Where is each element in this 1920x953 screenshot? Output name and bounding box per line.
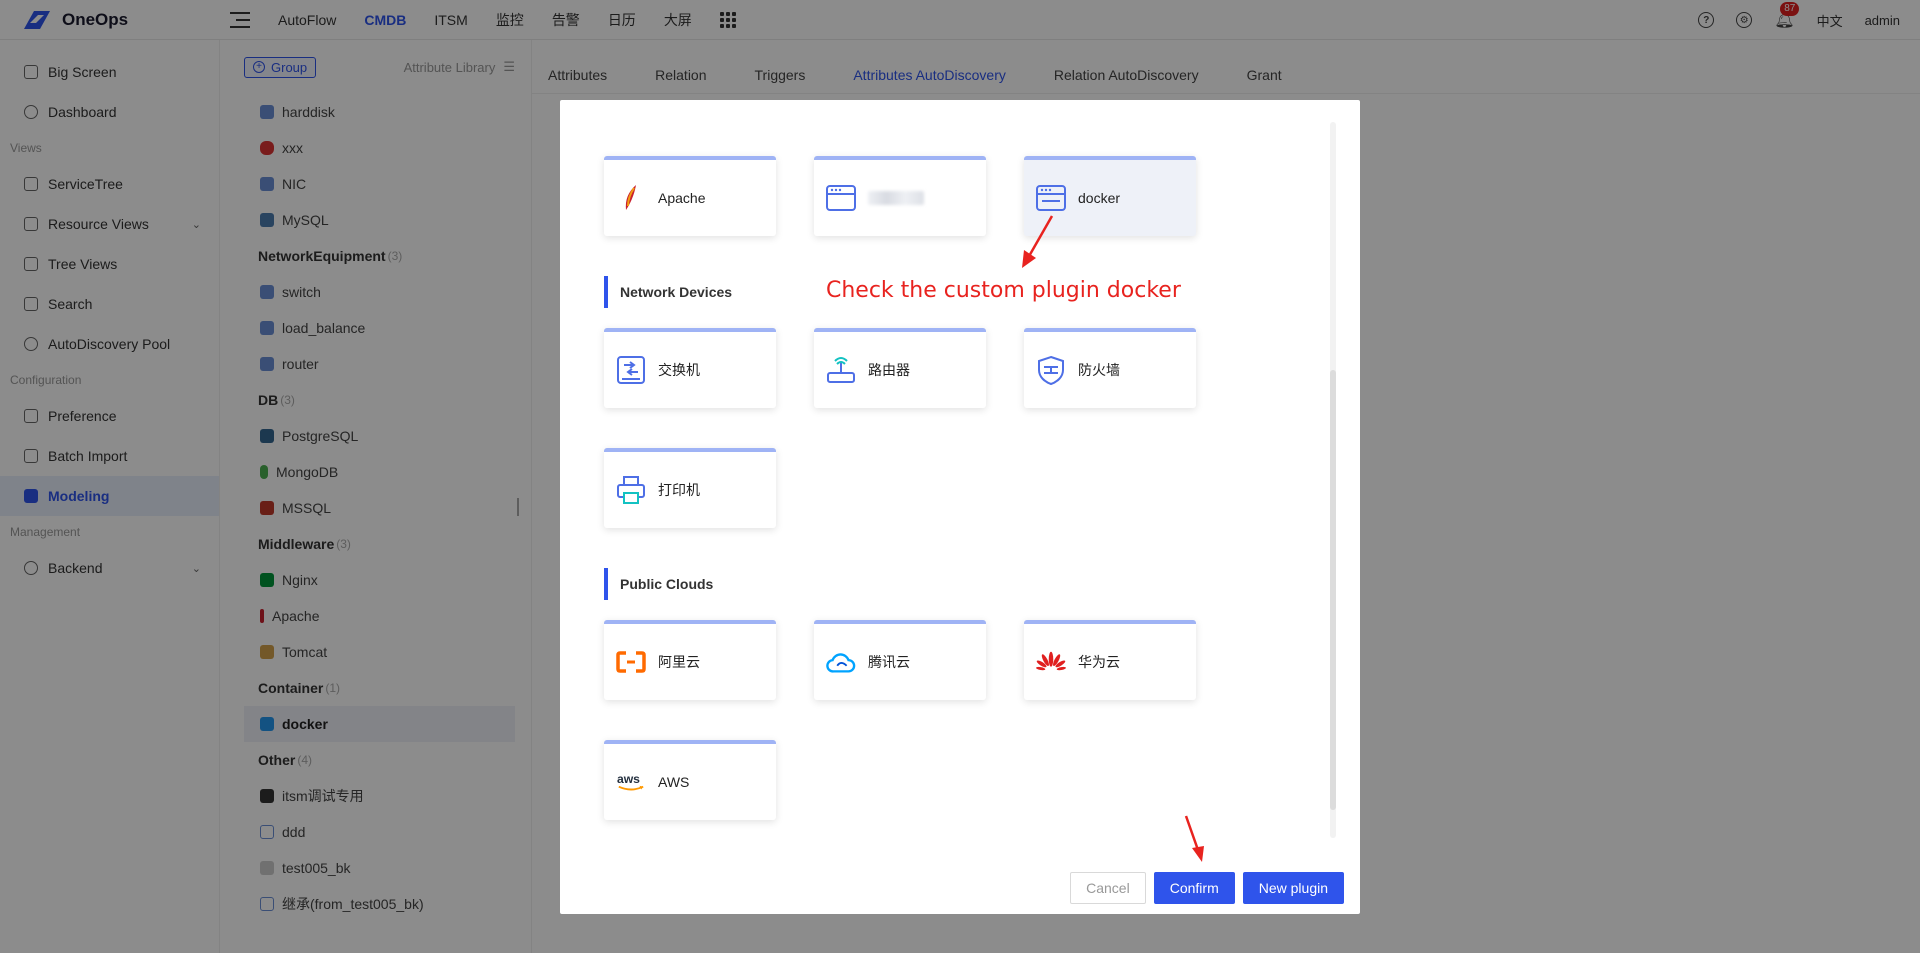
- plugin-card-label: 打印机: [658, 482, 700, 498]
- plugin-card-label: 交换机: [658, 362, 700, 378]
- switch-icon: [616, 355, 646, 385]
- plugin-card-huawei-cloud[interactable]: 华为云: [1024, 620, 1196, 700]
- server-icon: [1036, 183, 1066, 213]
- huawei-icon: [1036, 647, 1066, 677]
- annotation-text: Check the custom plugin docker: [826, 278, 1181, 303]
- new-plugin-button[interactable]: New plugin: [1242, 872, 1344, 904]
- aliyun-icon: [616, 647, 646, 677]
- plugin-card-label: AWS: [658, 774, 690, 790]
- plugin-select-modal: Apache docker Network Devices Check the …: [560, 100, 1360, 914]
- section-public-clouds: Public Clouds: [604, 568, 713, 600]
- apache-feather-icon: [616, 183, 646, 213]
- plugin-card-label: Apache: [658, 190, 706, 206]
- svg-text:aws: aws: [617, 772, 640, 786]
- plugin-card-apache[interactable]: Apache: [604, 156, 776, 236]
- tencent-cloud-icon: [826, 647, 856, 677]
- plugin-card-aws[interactable]: aws AWS: [604, 740, 776, 820]
- plugin-card-firewall[interactable]: 防火墙: [1024, 328, 1196, 408]
- plugin-card-printer[interactable]: 打印机: [604, 448, 776, 528]
- plugin-card-label: 华为云: [1078, 654, 1120, 670]
- aws-icon: aws: [616, 767, 646, 797]
- annotation-arrow-icon: [1184, 815, 1204, 862]
- modal-scrollbar[interactable]: [1330, 122, 1336, 838]
- annotation-arrow-icon: [1022, 215, 1054, 268]
- section-network-devices: Network Devices: [604, 276, 732, 308]
- plugin-card-router[interactable]: 路由器: [814, 328, 986, 408]
- router-icon: [826, 355, 856, 385]
- printer-icon: [616, 475, 646, 505]
- server-icon: [826, 183, 856, 213]
- modal-scroll-area: Apache docker Network Devices Check the …: [560, 100, 1360, 840]
- plugin-card-label: 腾讯云: [868, 654, 910, 670]
- plugin-card-label: docker: [1078, 190, 1121, 206]
- scrollbar-thumb[interactable]: [1330, 370, 1336, 810]
- blurred-label: [868, 191, 924, 205]
- plugin-card-label: 防火墙: [1078, 362, 1120, 378]
- plugin-card-label: 阿里云: [658, 654, 700, 670]
- plugin-card-aliyun[interactable]: 阿里云: [604, 620, 776, 700]
- plugin-card-switch[interactable]: 交换机: [604, 328, 776, 408]
- plugin-card-label: 路由器: [868, 362, 910, 378]
- plugin-card-tencent-cloud[interactable]: 腾讯云: [814, 620, 986, 700]
- cancel-button[interactable]: Cancel: [1070, 872, 1146, 904]
- modal-footer: Cancel Confirm New plugin: [1070, 872, 1344, 904]
- firewall-icon: [1036, 355, 1066, 385]
- confirm-button[interactable]: Confirm: [1153, 872, 1235, 904]
- plugin-card-blurred[interactable]: [814, 156, 986, 236]
